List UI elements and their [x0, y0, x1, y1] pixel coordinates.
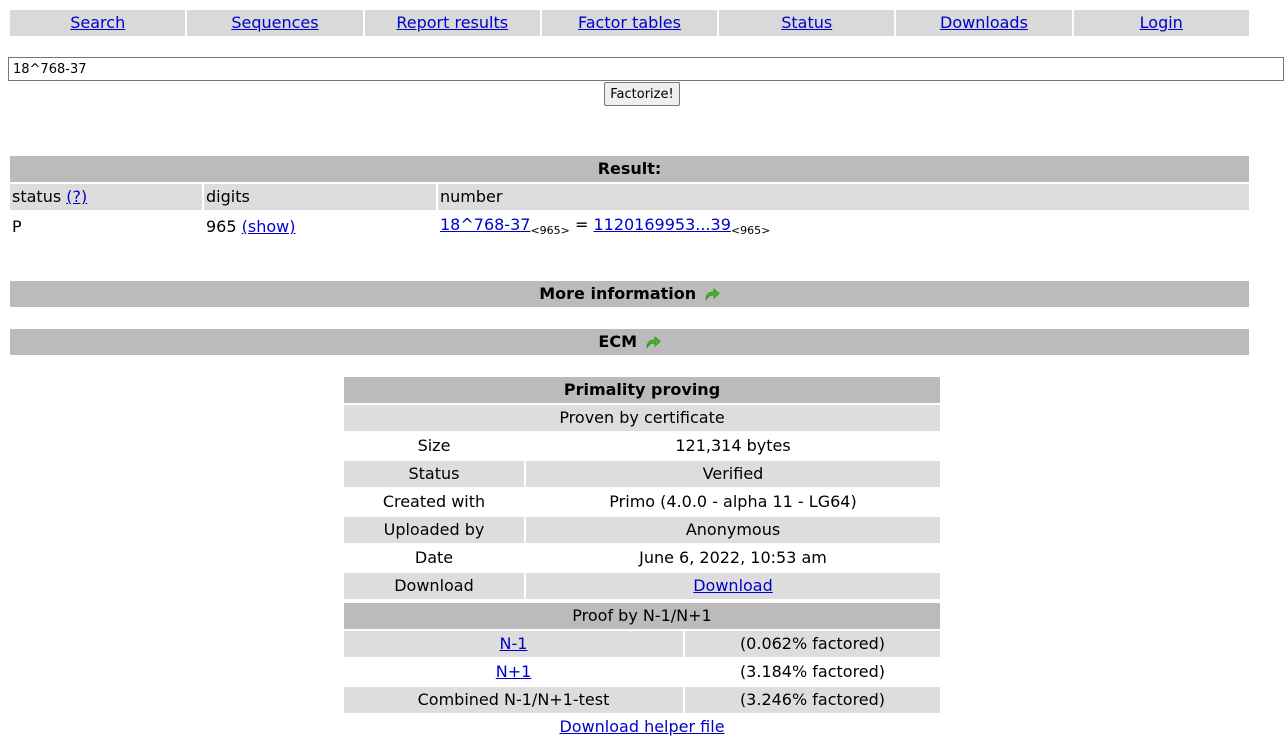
- more-info-bar[interactable]: More information: [10, 281, 1249, 307]
- equals-sign: =: [569, 215, 594, 234]
- n-minus-1-value: (0.062% factored): [685, 631, 940, 657]
- helper-file-cell: Download helper file: [344, 714, 940, 740]
- created-with-label: Created with: [382, 492, 486, 511]
- uploaded-by-label: Uploaded by: [344, 517, 524, 543]
- n-minus-1-cell: N-1: [344, 631, 683, 657]
- nav-downloads[interactable]: Downloads: [896, 10, 1072, 36]
- status-value: P: [12, 217, 22, 236]
- n-plus-1-link[interactable]: N+1: [496, 662, 532, 681]
- status-header-label: status: [12, 187, 62, 206]
- download-helper-file-link[interactable]: Download helper file: [559, 717, 724, 736]
- n-minus-1-link[interactable]: N-1: [500, 634, 528, 653]
- date-value: June 6, 2022, 10:53 am: [639, 548, 827, 567]
- combined-test-value: (3.246% factored): [685, 687, 940, 713]
- expand-arrow-icon[interactable]: [645, 331, 661, 357]
- created-with-value: Primo (4.0.0 - alpha 11 - LG64): [609, 492, 857, 511]
- expression-digits: <965>: [530, 224, 570, 238]
- combined-test-label: Combined N-1/N+1-test: [344, 687, 683, 713]
- primality-title: Primality proving: [344, 377, 940, 403]
- digits-value: 965: [206, 217, 237, 236]
- nav-status[interactable]: Status: [719, 10, 895, 36]
- number-header: number: [438, 184, 1249, 210]
- nav-sequences[interactable]: Sequences: [187, 10, 363, 36]
- status-help-link[interactable]: (?): [66, 187, 87, 206]
- top-nav: Search Sequences Report results Factor t…: [10, 10, 1249, 36]
- size-label: Size: [417, 436, 451, 455]
- nav-login[interactable]: Login: [1073, 10, 1249, 36]
- n-plus-1-cell: N+1: [344, 659, 683, 685]
- n-plus-1-value: (3.184% factored): [739, 662, 886, 681]
- download-cell: Download: [526, 573, 940, 599]
- show-digits-link[interactable]: (show): [242, 217, 296, 236]
- uploaded-by-value: Anonymous: [526, 517, 940, 543]
- value-digits: <965>: [730, 224, 771, 238]
- digits-header: digits: [204, 184, 436, 210]
- number-cell: 18^768-37<965> = 1120169953...39<965>: [438, 212, 1249, 238]
- download-certificate-link[interactable]: Download: [693, 576, 773, 595]
- more-info-label: More information: [539, 284, 697, 303]
- nav-factor-tables[interactable]: Factor tables: [541, 10, 718, 36]
- search-input[interactable]: [8, 57, 1284, 81]
- nav-report-results[interactable]: Report results: [364, 10, 540, 36]
- factorize-button[interactable]: Factorize!: [604, 82, 680, 106]
- primality-subtitle: Proven by certificate: [344, 405, 940, 431]
- digits-cell: 965 (show): [204, 214, 436, 240]
- download-label: Download: [344, 573, 524, 599]
- status-label: Status: [344, 461, 524, 487]
- status-header: status (?): [10, 184, 202, 210]
- number-value-link[interactable]: 1120169953...39: [593, 215, 730, 234]
- verification-status: Verified: [526, 461, 940, 487]
- nav-search[interactable]: Search: [10, 10, 186, 36]
- proof-title: Proof by N-1/N+1: [344, 603, 940, 629]
- result-title: Result:: [10, 156, 1249, 182]
- date-label: Date: [414, 548, 454, 567]
- ecm-bar[interactable]: ECM: [10, 329, 1249, 355]
- expand-arrow-icon[interactable]: [704, 283, 720, 309]
- size-value: 121,314 bytes: [675, 436, 791, 455]
- expression-link[interactable]: 18^768-37: [440, 215, 530, 234]
- ecm-label: ECM: [598, 332, 637, 351]
